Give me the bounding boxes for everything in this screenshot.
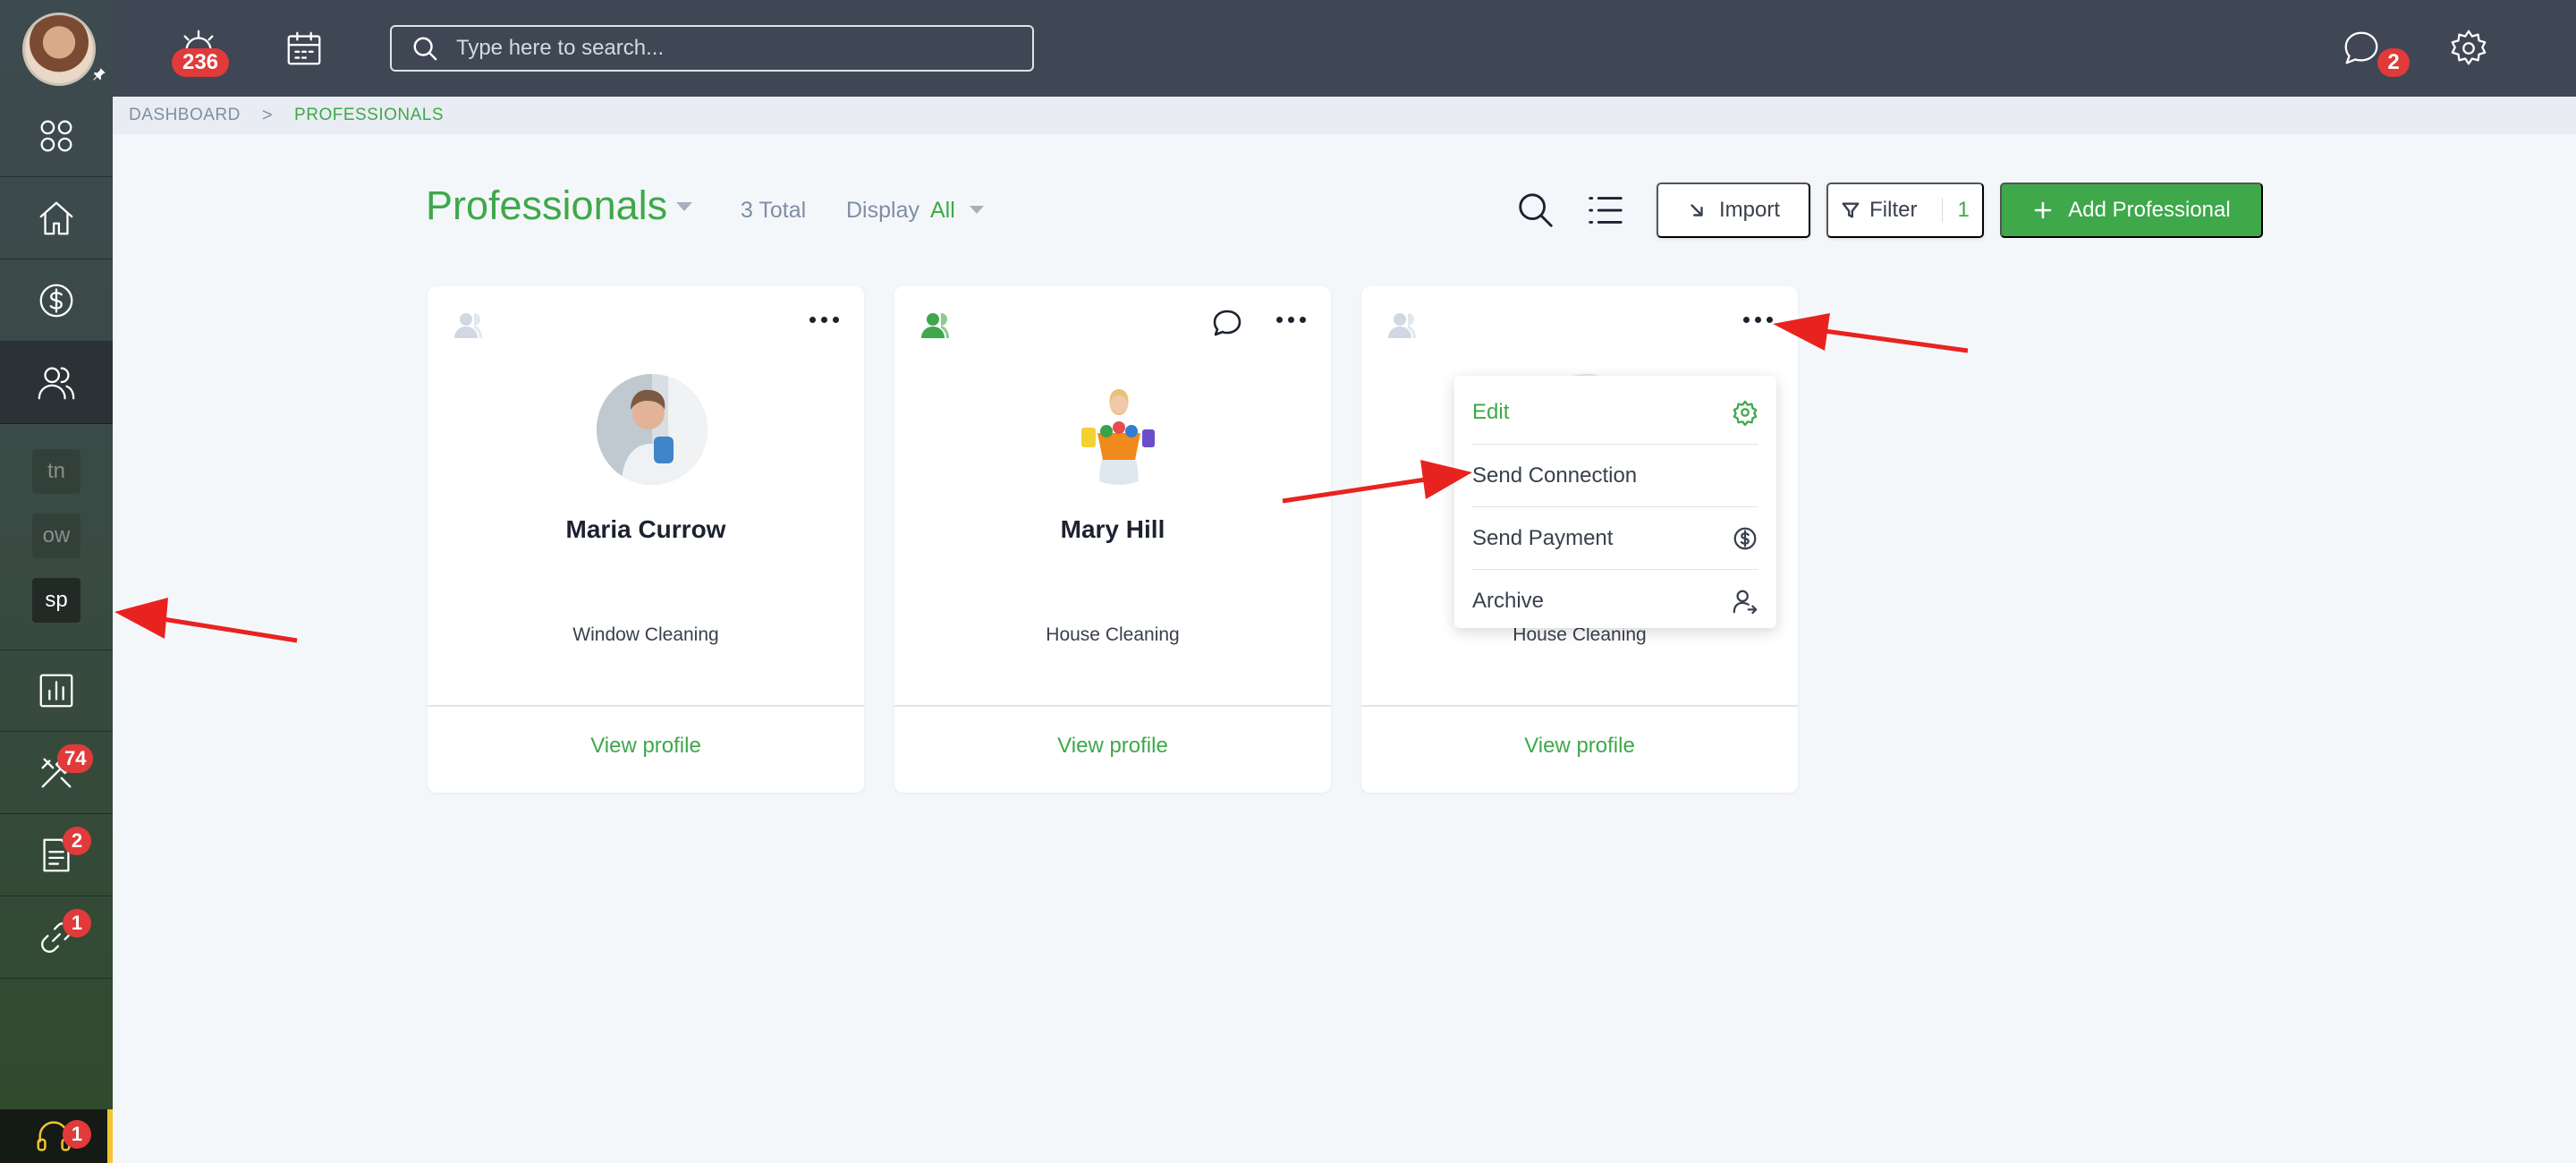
user-archive-icon bbox=[1733, 590, 1758, 614]
annotation-arrowhead bbox=[114, 598, 168, 639]
chat-button[interactable] bbox=[1211, 308, 1243, 340]
integrations-badge: 1 bbox=[63, 909, 91, 938]
apps-grid-icon bbox=[40, 120, 72, 151]
more-options-button[interactable] bbox=[1276, 317, 1306, 323]
import-button[interactable]: Import bbox=[1657, 183, 1810, 238]
connection-status-icon bbox=[919, 310, 952, 342]
view-profile-link[interactable]: View profile bbox=[428, 734, 864, 759]
more-options-button[interactable] bbox=[1743, 317, 1773, 323]
documents-badge: 2 bbox=[63, 827, 91, 855]
menu-item-send-payment[interactable]: Send Payment bbox=[1472, 506, 1758, 569]
tools-badge: 74 bbox=[57, 744, 94, 773]
sidebar-item-home[interactable] bbox=[0, 177, 113, 259]
search-box[interactable] bbox=[390, 25, 1034, 72]
sidebar-item-reports[interactable] bbox=[0, 649, 113, 732]
menu-item-send-connection[interactable]: Send Connection bbox=[1472, 444, 1758, 506]
list-icon bbox=[1589, 197, 1623, 224]
search-icon bbox=[413, 37, 437, 61]
search-icon bbox=[1519, 193, 1553, 227]
display-label: Display bbox=[846, 198, 919, 223]
support-button[interactable]: 1 bbox=[0, 1109, 113, 1163]
breadcrumb: DASHBOARD > PROFESSIONALS bbox=[113, 97, 2576, 134]
professional-service: House Cleaning bbox=[1046, 624, 1180, 645]
card-divider bbox=[428, 705, 864, 707]
total-count: 3 Total bbox=[741, 198, 807, 223]
search-input[interactable] bbox=[456, 36, 1029, 61]
home-icon bbox=[39, 201, 73, 234]
import-arrow-icon bbox=[1690, 204, 1703, 216]
gear-icon bbox=[1733, 400, 1758, 426]
pin-icon[interactable] bbox=[91, 66, 107, 82]
import-label: Import bbox=[1718, 198, 1780, 222]
filter-count: 1 bbox=[1942, 198, 1970, 223]
professional-card: Mary Hill House Cleaning View profile bbox=[894, 286, 1331, 793]
users-icon bbox=[38, 367, 75, 399]
menu-item-edit[interactable]: Edit bbox=[1472, 381, 1758, 444]
search-toggle-button[interactable] bbox=[1515, 190, 1560, 234]
chat-bubble-icon bbox=[2344, 31, 2378, 64]
sidebar-tile-tn[interactable]: tn bbox=[32, 449, 80, 494]
add-professional-label: Add Professional bbox=[2068, 198, 2231, 222]
top-bar: 236 2 bbox=[113, 0, 2576, 97]
filter-button[interactable]: Filter 1 bbox=[1826, 183, 1984, 238]
page-title[interactable]: Professionals bbox=[426, 183, 667, 229]
alarm-badge: 236 bbox=[172, 48, 229, 77]
support-badge: 1 bbox=[63, 1120, 91, 1149]
breadcrumb-current: PROFESSIONALS bbox=[294, 106, 445, 124]
sidebar-item-professionals[interactable] bbox=[0, 342, 113, 424]
sidebar-item-apps[interactable] bbox=[0, 95, 113, 177]
calendar-button[interactable] bbox=[277, 21, 331, 75]
menu-item-label: Archive bbox=[1472, 588, 1545, 613]
dollar-circle-icon bbox=[1733, 527, 1757, 549]
connection-status-icon bbox=[453, 310, 485, 342]
annotation-arrow-line bbox=[1824, 328, 1969, 353]
menu-item-label: Send Payment bbox=[1472, 525, 1614, 550]
chat-bubble-icon bbox=[1213, 310, 1241, 336]
add-professional-button[interactable]: Add Professional bbox=[2000, 183, 2263, 238]
professional-service: Window Cleaning bbox=[572, 624, 719, 645]
sidebar-item-documents[interactable]: 2 bbox=[0, 814, 113, 896]
professional-card: Maria Currow Window Cleaning View profil… bbox=[428, 286, 864, 793]
user-avatar[interactable] bbox=[22, 13, 96, 86]
breadcrumb-separator: > bbox=[261, 105, 274, 125]
sidebar-tile-sp[interactable]: sp bbox=[32, 578, 80, 623]
avatar bbox=[597, 374, 708, 485]
dollar-circle-icon bbox=[39, 284, 73, 317]
sidebar-item-tools[interactable]: 74 bbox=[0, 732, 113, 814]
card-options-menu: Edit Send Connection Send Payment Archiv… bbox=[1454, 376, 1776, 628]
menu-item-label: Send Connection bbox=[1472, 463, 1638, 488]
menu-item-archive[interactable]: Archive bbox=[1472, 569, 1758, 632]
breadcrumb-dashboard[interactable]: DASHBOARD bbox=[129, 106, 241, 125]
sidebar-item-payments[interactable] bbox=[0, 259, 113, 342]
sidebar-item-integrations[interactable]: 1 bbox=[0, 896, 113, 979]
list-view-button[interactable] bbox=[1585, 190, 1630, 234]
plus-icon bbox=[2034, 201, 2052, 219]
display-select[interactable]: All bbox=[930, 198, 955, 224]
chat-badge: 2 bbox=[2377, 48, 2410, 77]
annotation-arrow-line bbox=[162, 616, 298, 643]
sidebar-tile-ow[interactable]: ow bbox=[32, 514, 80, 558]
filter-label: Filter bbox=[1869, 198, 1918, 222]
card-divider bbox=[894, 705, 1331, 707]
calendar-icon bbox=[287, 31, 321, 65]
more-options-button[interactable] bbox=[809, 317, 839, 323]
gear-icon bbox=[2451, 30, 2487, 65]
view-profile-link[interactable]: View profile bbox=[1361, 734, 1798, 759]
display-dropdown-icon[interactable] bbox=[970, 206, 984, 214]
professional-name: Maria Currow bbox=[565, 515, 726, 543]
bar-chart-icon bbox=[39, 674, 73, 708]
card-divider bbox=[1361, 705, 1798, 707]
title-dropdown-icon[interactable] bbox=[676, 202, 692, 211]
connection-status-icon bbox=[1386, 310, 1419, 342]
filter-icon bbox=[1842, 202, 1860, 218]
avatar bbox=[1063, 374, 1174, 485]
sidebar: tn ow sp 74 2 1 1 bbox=[0, 0, 113, 1163]
menu-item-label: Edit bbox=[1472, 400, 1510, 424]
settings-button[interactable] bbox=[2442, 21, 2496, 75]
professional-name: Mary Hill bbox=[1060, 515, 1165, 543]
view-profile-link[interactable]: View profile bbox=[894, 734, 1331, 759]
